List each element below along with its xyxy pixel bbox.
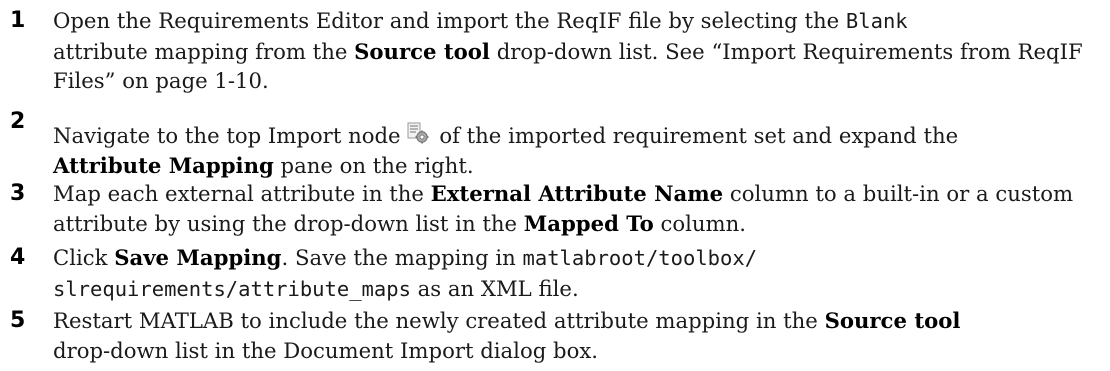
step-text-part: Restart MATLAB to include the newly crea… <box>53 308 825 333</box>
step-text: Restart MATLAB to include the newly crea… <box>53 306 1105 365</box>
ui-term: Source tool <box>354 38 490 64</box>
code-text: slrequirements/attribute_maps <box>53 276 411 301</box>
import-node-icon <box>407 122 429 144</box>
step-text-part: pane on the right. <box>273 152 474 178</box>
step-number: 5 <box>10 308 26 333</box>
step-text: Click Save Mapping. Save the mapping in … <box>53 243 1105 304</box>
ui-term: Save Mapping <box>114 245 282 270</box>
code-text: Blank <box>845 9 908 33</box>
step-text-part: attribute mapping from the <box>53 38 355 64</box>
step-text: Open the Requirements Editor and import … <box>53 6 1105 96</box>
ui-term: Attribute Mapping <box>53 152 274 178</box>
ui-term: Mapped To <box>523 210 654 236</box>
step-number: 4 <box>10 245 26 270</box>
ui-term: Source tool <box>824 308 961 333</box>
step-text: Navigate to the top Import node of the i… <box>53 121 1105 180</box>
step-text-part: drop-down list in the Document Import di… <box>53 337 599 363</box>
step-number: 3 <box>10 181 26 206</box>
step-number: 2 <box>10 109 26 134</box>
step-number: 1 <box>10 8 26 33</box>
step-text-part: column. <box>653 210 746 236</box>
step-text-part: of the imported requirement set and expa… <box>432 123 959 148</box>
ui-term: External Attribute Name <box>430 181 724 206</box>
step-text-part: as an XML file. <box>410 275 579 301</box>
step-text-part: Open the Requirements Editor and import … <box>53 8 846 33</box>
code-text: matlabroot/toolbox/ <box>522 246 758 270</box>
step-text: Map each external attribute in the Exter… <box>53 179 1105 238</box>
step-text-part: . Save the mapping in <box>281 245 523 270</box>
step-text-part: Map each external attribute in the <box>53 181 431 206</box>
step-text-part: Click <box>53 245 115 270</box>
step-text-part: Navigate to the top Import node <box>53 123 401 148</box>
